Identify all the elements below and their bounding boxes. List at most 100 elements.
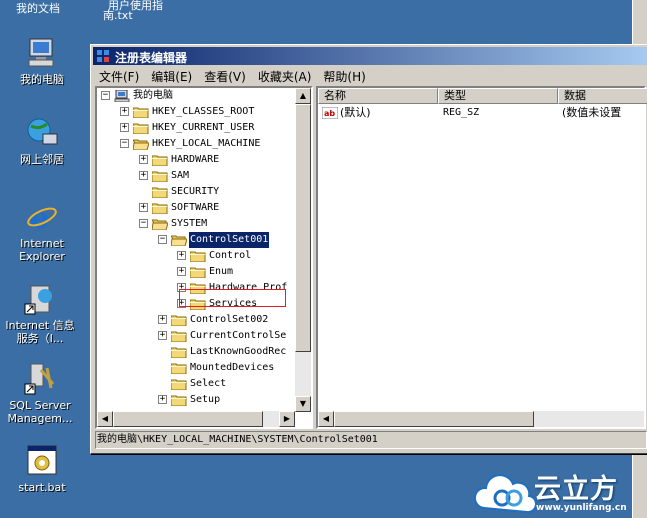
expand-icon[interactable]: + — [120, 107, 129, 116]
values-horizontal-scrollbar[interactable]: ◀ — [318, 411, 644, 427]
expand-icon[interactable]: + — [139, 171, 148, 180]
tree-node-label: Enum — [209, 266, 234, 277]
value-name: (默认) — [340, 106, 371, 119]
scroll-thumb[interactable] — [295, 104, 311, 352]
string-value-icon: ab — [321, 106, 339, 120]
tree-node-label: SECURITY — [171, 186, 220, 197]
window-title: 注册表编辑器 — [115, 51, 188, 65]
desktop-icon-start-bat[interactable]: start.bat — [6, 444, 78, 494]
tree-node-label: HKEY_CURRENT_USER — [152, 122, 255, 133]
tree-node-label: HARDWARE — [171, 154, 220, 165]
tree-node[interactable]: + HKEY_CURRENT_USER — [97, 120, 293, 136]
expand-icon[interactable]: + — [158, 395, 167, 404]
menu-view[interactable]: 查看(V) — [198, 66, 252, 85]
collapse-icon[interactable]: − — [158, 235, 167, 244]
expand-icon[interactable]: + — [120, 123, 129, 132]
tree-node[interactable]: + SAM — [97, 168, 293, 184]
iis-icon — [23, 282, 57, 316]
scroll-thumb[interactable] — [334, 411, 534, 427]
tree-node-label: HKEY_CLASSES_ROOT — [152, 106, 255, 117]
desktop-icon-label: start.bat — [18, 481, 66, 494]
tree-node[interactable]: SECURITY — [97, 184, 293, 200]
desktop-icon-my-computer[interactable]: 我的电脑 — [6, 36, 78, 86]
tree-node[interactable]: LastKnownGoodRec — [97, 344, 293, 360]
internet-explorer-icon: e — [25, 200, 59, 236]
tree-horizontal-scrollbar[interactable]: ◀ ▶ — [97, 411, 295, 427]
scroll-down-button[interactable]: ▼ — [295, 396, 311, 412]
column-header-type[interactable]: 类型 — [438, 88, 558, 104]
values-pane[interactable]: 名称 类型 数据 ab (默认) REG_SZ (数值未设置 ◀ — [316, 86, 647, 429]
network-icon — [25, 116, 59, 150]
scroll-left-button[interactable]: ◀ — [318, 411, 334, 427]
folder-icon — [170, 362, 187, 375]
tree-node[interactable]: + HKEY_CLASSES_ROOT — [97, 104, 293, 120]
scroll-left-button[interactable]: ◀ — [97, 411, 113, 427]
title-bar[interactable]: 注册表编辑器 — [93, 47, 647, 65]
value-row[interactable]: ab (默认) REG_SZ (数值未设置 — [321, 105, 642, 121]
scroll-right-button[interactable]: ▶ — [279, 411, 295, 427]
desktop-icon-iis[interactable]: Internet 信息服务（I... — [4, 282, 76, 345]
menu-bar: 文件(F) 编辑(E) 查看(V) 收藏夹(A) 帮助(H) — [93, 66, 647, 84]
tree-node[interactable]: + HARDWARE — [97, 152, 293, 168]
tree-node[interactable]: + Setup — [97, 392, 293, 408]
collapse-icon[interactable]: − — [101, 91, 110, 100]
tree-node-label: SAM — [171, 170, 190, 181]
tree-node-label: ControlSet001 — [187, 231, 271, 249]
folder-icon — [151, 170, 168, 183]
yunlifang-logo: 云立方 www.yunlifang.cn — [470, 466, 647, 518]
tree-node[interactable]: − ControlSet001 — [97, 231, 293, 249]
collapse-icon[interactable]: − — [120, 139, 129, 148]
tree-node-label: 我的电脑 — [133, 90, 173, 101]
tree-node-label: Select — [190, 378, 227, 389]
tree-pane[interactable]: − 我的电脑 + HKEY_CLASSES_ROOT + HKEY_CURRENT_USE… — [95, 86, 313, 429]
sql-server-icon — [23, 362, 57, 396]
tree-node[interactable]: − SYSTEM — [97, 216, 293, 232]
column-header-data[interactable]: 数据 — [558, 88, 647, 104]
folder-icon — [151, 154, 168, 167]
tree-node[interactable]: + Enum — [97, 264, 293, 280]
scroll-thumb[interactable] — [113, 411, 263, 427]
tree-node-label: ControlSet002 — [190, 314, 269, 325]
batch-file-icon — [25, 444, 59, 478]
expand-icon[interactable]: + — [139, 155, 148, 164]
desktop-icon-label: Internet 信息服务（I... — [5, 319, 75, 345]
desktop-label-my-documents: 我的文档 — [16, 2, 60, 15]
desktop-icon-label: 网上邻居 — [20, 153, 64, 166]
menu-edit[interactable]: 编辑(E) — [145, 66, 198, 85]
desktop-label-user-guide-ext: 南.txt — [103, 9, 133, 22]
tree-vertical-scrollbar[interactable]: ▲ ▼ — [295, 88, 311, 412]
desktop-icon-ie[interactable]: e Internet Explorer — [6, 200, 78, 263]
scroll-up-button[interactable]: ▲ — [295, 88, 311, 104]
brand-name: 云立方 — [534, 474, 618, 505]
expand-icon[interactable]: + — [158, 331, 167, 340]
folder-icon — [132, 106, 149, 119]
menu-file[interactable]: 文件(F) — [93, 66, 145, 85]
expand-icon[interactable]: + — [139, 203, 148, 212]
tree-node[interactable]: Select — [97, 376, 293, 392]
tree-node[interactable]: + Control — [97, 248, 293, 264]
tree-node[interactable]: + ControlSet002 — [97, 312, 293, 328]
svg-text:ab: ab — [324, 109, 335, 118]
desktop-icon-sql-server[interactable]: SQL Server Managem... — [4, 362, 76, 425]
desktop-icon-label: Internet Explorer — [19, 237, 65, 263]
desktop-icon-network[interactable]: 网上邻居 — [6, 116, 78, 166]
tree-node[interactable]: + CurrentControlSe — [97, 328, 293, 344]
folder-open-icon — [132, 138, 150, 151]
folder-icon — [170, 378, 187, 391]
expand-icon[interactable]: + — [158, 315, 167, 324]
desktop-icon-label: SQL Server Managem... — [7, 399, 73, 425]
tree-node-label: HKEY_LOCAL_MACHINE — [152, 138, 261, 149]
tree-node[interactable]: MountedDevices — [97, 360, 293, 376]
collapse-icon[interactable]: − — [139, 219, 148, 228]
menu-favorites[interactable]: 收藏夹(A) — [252, 66, 318, 85]
column-header-name[interactable]: 名称 — [318, 88, 438, 104]
folder-icon — [170, 330, 187, 343]
registry-editor-window[interactable]: 注册表编辑器 文件(F) 编辑(E) 查看(V) 收藏夹(A) 帮助(H) − 我的电脑 +… — [90, 44, 647, 454]
expand-icon[interactable]: + — [177, 251, 186, 260]
tree-node[interactable]: + SOFTWARE — [97, 200, 293, 216]
expand-icon[interactable]: + — [177, 267, 186, 276]
tree-node-label: SOFTWARE — [171, 202, 220, 213]
tree-node[interactable]: − 我的电脑 — [97, 88, 293, 104]
tree-node[interactable]: − HKEY_LOCAL_MACHINE — [97, 136, 293, 152]
menu-help[interactable]: 帮助(H) — [317, 66, 371, 85]
